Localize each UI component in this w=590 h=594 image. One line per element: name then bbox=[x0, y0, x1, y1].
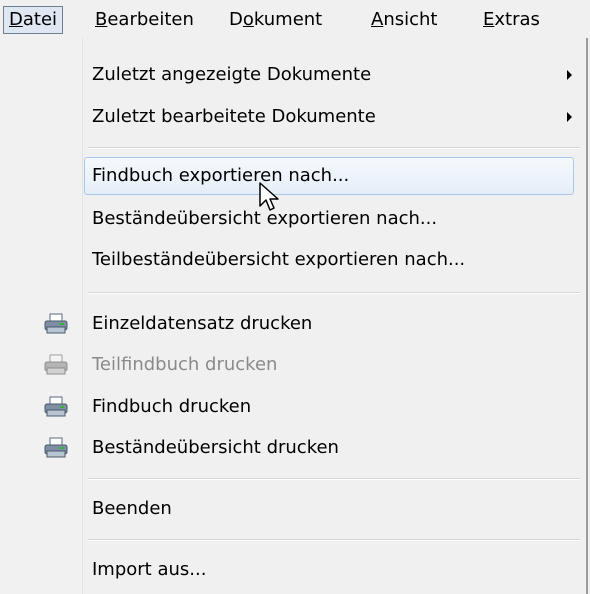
menu-ansicht[interactable]: Ansicht bbox=[366, 6, 442, 34]
menu-item-label: Findbuch drucken bbox=[92, 396, 252, 417]
menu-item-label: Import aus... bbox=[92, 559, 207, 580]
submenu-arrow-icon bbox=[567, 112, 572, 122]
menu-dokument-accesskey: o bbox=[242, 9, 254, 30]
menu-item-label: Teilfindbuch drucken bbox=[92, 354, 278, 375]
menu-ansicht-label: nsicht bbox=[383, 9, 438, 30]
menu-item-label: Teilbeständeübersicht exportieren nach..… bbox=[92, 249, 466, 270]
menu-item-print-einzel[interactable]: Einzeldatensatz drucken bbox=[0, 305, 586, 343]
menu-item-label: Beständeübersicht drucken bbox=[92, 437, 339, 458]
mouse-cursor-icon bbox=[259, 182, 279, 211]
menu-item-print-findbuch[interactable]: Findbuch drucken bbox=[0, 388, 586, 426]
menu-bar: Datei Bearbeiten Dokument Ansicht Extras bbox=[0, 0, 590, 38]
menu-item-export-findbuch[interactable]: Findbuch exportieren nach... bbox=[84, 157, 574, 195]
printer-disabled-icon bbox=[44, 354, 68, 375]
menu-bearbeiten[interactable]: Bearbeiten bbox=[90, 6, 199, 34]
menu-ansicht-accesskey: A bbox=[371, 9, 384, 30]
menu-item-print-bestand[interactable]: Beständeübersicht drucken bbox=[0, 429, 586, 467]
menu-item-label: Einzeldatensatz drucken bbox=[92, 313, 313, 334]
menu-datei-label: atei bbox=[22, 9, 58, 30]
datei-dropdown-menu: Zuletzt angezeigte Dokumente Zuletzt bea… bbox=[0, 38, 588, 594]
menu-item-label: Beenden bbox=[92, 498, 172, 519]
menu-item-export-bestand[interactable]: Beständeübersicht exportieren nach... bbox=[0, 200, 586, 238]
menu-item-print-teilfindbuch: Teilfindbuch drucken bbox=[0, 346, 586, 384]
printer-icon bbox=[44, 313, 68, 334]
menu-item-recent-edited[interactable]: Zuletzt bearbeitete Dokumente bbox=[0, 98, 586, 136]
menu-separator bbox=[88, 147, 580, 149]
menu-item-recent-viewed[interactable]: Zuletzt angezeigte Dokumente bbox=[0, 56, 586, 94]
menu-item-quit[interactable]: Beenden bbox=[0, 490, 586, 528]
menu-dokument[interactable]: Dokument bbox=[224, 6, 327, 34]
menu-separator bbox=[88, 478, 580, 480]
printer-icon bbox=[44, 437, 68, 458]
menu-separator bbox=[88, 292, 580, 294]
menu-item-export-teilbestand[interactable]: Teilbeständeübersicht exportieren nach..… bbox=[0, 241, 586, 279]
menu-extras-label: xtras bbox=[494, 9, 540, 30]
menu-bearbeiten-label: earbeiten bbox=[107, 9, 194, 30]
printer-icon bbox=[44, 396, 68, 417]
submenu-arrow-icon bbox=[567, 70, 572, 80]
menu-bearbeiten-accesskey: B bbox=[95, 9, 108, 30]
menu-extras-accesskey: E bbox=[483, 9, 495, 30]
menu-item-label: Findbuch exportieren nach... bbox=[92, 165, 350, 186]
menu-item-label: Zuletzt angezeigte Dokumente bbox=[92, 64, 372, 85]
menu-item-label: Zuletzt bearbeitete Dokumente bbox=[92, 106, 376, 127]
menu-dokument-label: kument bbox=[253, 9, 323, 30]
menu-extras[interactable]: Extras bbox=[478, 6, 545, 34]
menu-datei[interactable]: Datei bbox=[3, 6, 64, 34]
menu-item-import[interactable]: Import aus... bbox=[0, 551, 586, 589]
menu-dokument-label-pre: D bbox=[229, 9, 243, 30]
menu-datei-accesskey: D bbox=[9, 9, 23, 30]
menu-separator bbox=[88, 539, 580, 541]
